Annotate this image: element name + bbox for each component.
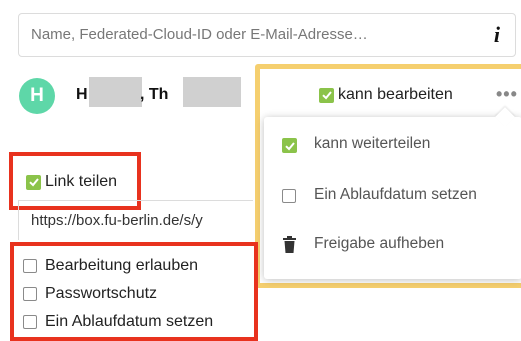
menu-item-label: kann weiterteilen	[314, 135, 431, 152]
checkbox-empty-icon	[23, 287, 37, 301]
can-edit-checkbox[interactable]: kann bearbeiten	[319, 86, 453, 104]
menu-item-unshare[interactable]: Freigabe aufheben	[282, 235, 444, 253]
share-options-menu: kann weiterteilen Ein Ablaufdatum setzen…	[264, 107, 521, 279]
search-input[interactable]: Name, Federated-Cloud-ID oder E-Mail-Adr…	[18, 13, 516, 57]
redacted-name-block	[89, 77, 142, 107]
menu-item-can-reshare[interactable]: kann weiterteilen	[282, 135, 430, 153]
checkbox-empty-icon	[23, 315, 37, 329]
share-name-first: H	[76, 86, 88, 103]
menu-item-label: Ein Ablaufdatum setzen	[314, 186, 477, 203]
menu-item-label: Freigabe aufheben	[314, 235, 445, 252]
avatar-initial: H	[30, 85, 44, 106]
share-link-url-field[interactable]: https://box.fu-berlin.de/s/y	[18, 200, 253, 240]
can-edit-label: kann bearbeiten	[338, 86, 453, 103]
avatar: H	[19, 78, 55, 114]
info-icon[interactable]: i	[494, 22, 500, 48]
share-name-rest: , Th	[140, 86, 169, 103]
password-protect-label: Passwortschutz	[45, 285, 158, 302]
allow-editing-checkbox[interactable]: Bearbeitung erlauben	[23, 257, 198, 275]
share-link-url: https://box.fu-berlin.de/s/y	[31, 212, 203, 229]
share-link-checkbox[interactable]: Link teilen	[26, 173, 117, 191]
share-link-label: Link teilen	[45, 173, 118, 190]
password-protect-checkbox[interactable]: Passwortschutz	[23, 285, 157, 303]
link-expiration-checkbox[interactable]: Ein Ablaufdatum setzen	[23, 313, 213, 331]
redacted-surname-block	[183, 77, 241, 107]
checkbox-empty-icon	[23, 259, 37, 273]
allow-editing-label: Bearbeitung erlauben	[45, 257, 199, 274]
checkbox-empty-icon	[282, 189, 296, 203]
checkbox-checked-icon	[319, 87, 334, 103]
menu-item-expiration[interactable]: Ein Ablaufdatum setzen	[282, 186, 477, 203]
checkbox-checked-icon	[26, 174, 41, 190]
search-placeholder: Name, Federated-Cloud-ID oder E-Mail-Adr…	[31, 26, 368, 43]
link-expiration-label: Ein Ablaufdatum setzen	[45, 313, 214, 330]
trash-icon	[282, 236, 297, 253]
more-options-icon[interactable]: •••	[496, 84, 518, 105]
checkbox-checked-icon	[282, 138, 297, 153]
